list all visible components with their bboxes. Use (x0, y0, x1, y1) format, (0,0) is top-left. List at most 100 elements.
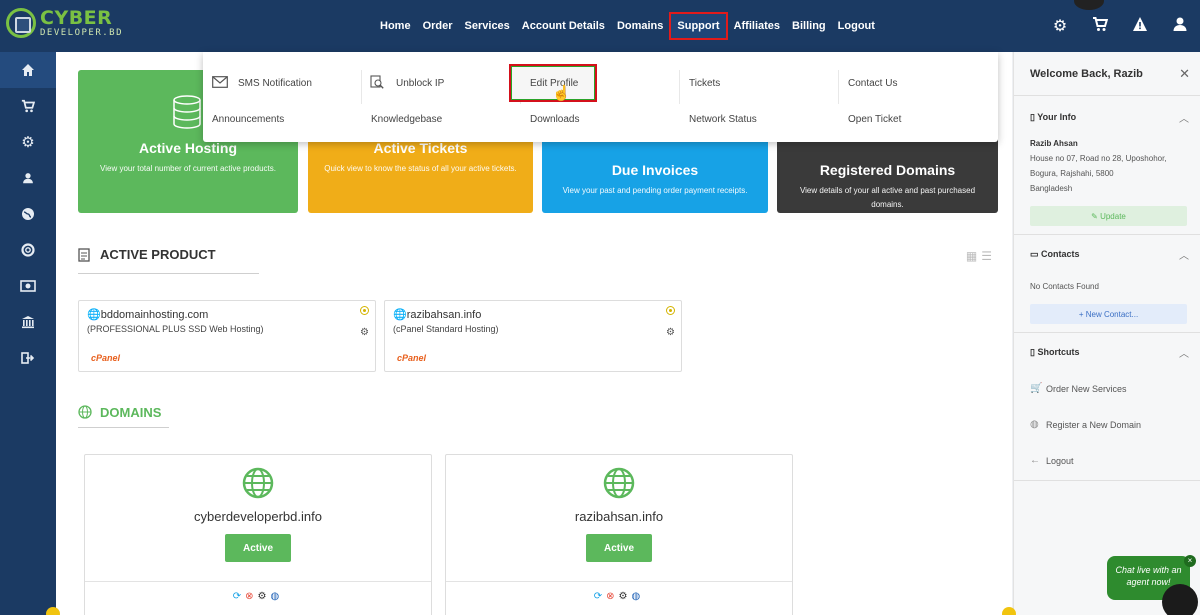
menu-item-unblock-ip[interactable]: Unblock IP (370, 65, 444, 101)
cpanel-badge: cPanel (91, 353, 121, 363)
cart-icon[interactable] (0, 88, 56, 124)
nav-domains[interactable]: Domains (611, 20, 669, 32)
domains-title: DOMAINS (100, 405, 162, 420)
active-button[interactable]: Active (225, 534, 291, 562)
menu-item-contact-us[interactable]: Contact Us (848, 65, 897, 101)
status-dot-icon (666, 306, 675, 315)
menu-item-tickets[interactable]: Tickets (689, 65, 720, 101)
menu-item-open-ticket[interactable]: Open Ticket (848, 101, 901, 137)
gear-icon[interactable]: ⚙ (258, 591, 271, 602)
chat-avatar-icon[interactable] (1162, 584, 1198, 615)
welcome-text: Welcome Back, Razib (1030, 67, 1143, 80)
money-icon[interactable] (0, 268, 56, 304)
nav-logout[interactable]: Logout (832, 20, 881, 32)
chat-close-icon[interactable]: × (1184, 555, 1196, 567)
hand-cursor-icon: ☝ (552, 85, 571, 102)
bank-icon[interactable] (0, 304, 56, 340)
globe-icon (242, 467, 274, 499)
address-line2: Bogura, Rajshahi, 5800 (1030, 169, 1114, 178)
chevron-up-icon[interactable]: ︿ (1179, 247, 1189, 262)
nav-order[interactable]: Order (417, 20, 459, 32)
menu-item-label: Open Ticket (848, 113, 902, 125)
address-line1: House no 07, Road no 28, Uposhohor, (1030, 154, 1167, 163)
domain-card[interactable]: razibahsan.info Active ⟳⊗⚙◍ (445, 454, 793, 615)
globe-icon: 🌐 (393, 309, 407, 321)
nav-affiliates[interactable]: Affiliates (728, 20, 786, 32)
refresh-icon[interactable]: ⟳ (233, 591, 245, 602)
logo-mark-icon (6, 8, 36, 38)
nav-account-details[interactable]: Account Details (516, 20, 611, 32)
menu-item-label: Unblock IP (396, 77, 445, 89)
column-divider (361, 70, 362, 104)
your-info-title[interactable]: ▯ Your Info (1030, 112, 1076, 123)
globe-icon[interactable] (0, 196, 56, 232)
scroll-indicator-dot (1002, 607, 1016, 615)
active-button[interactable]: Active (586, 534, 652, 562)
menu-item-label: Tickets (689, 77, 721, 89)
nav-support[interactable]: Support (669, 12, 728, 40)
menu-item-label: Network Status (689, 113, 757, 125)
shortcut-logout[interactable]: ← Logout (1030, 455, 1074, 466)
scroll-indicator-dot (46, 607, 60, 615)
cart-icon[interactable] (1080, 16, 1120, 37)
update-button[interactable]: ✎ Update (1030, 206, 1187, 226)
divider (85, 581, 431, 582)
logo-line2: DEVELOPER.BD (40, 27, 124, 38)
divider (446, 581, 792, 582)
top-navbar: CYBER DEVELOPER.BD Home Order Services A… (0, 0, 1200, 52)
globe-icon[interactable]: ◍ (271, 591, 284, 602)
gear-icon[interactable]: ⚙ (619, 591, 632, 602)
menu-item-announcements[interactable]: Announcements (212, 101, 284, 137)
menu-item-network-status[interactable]: Network Status (689, 101, 757, 137)
nav-billing[interactable]: Billing (786, 20, 832, 32)
cancel-icon[interactable]: ⊗ (245, 591, 257, 602)
globe-icon[interactable]: ◍ (632, 591, 645, 602)
home-icon[interactable] (0, 52, 56, 88)
menu-item-knowledgebase[interactable]: Knowledgebase (371, 101, 442, 137)
product-plan: (cPanel Standard Hosting) (393, 324, 499, 334)
user-icon[interactable] (0, 160, 56, 196)
product-card[interactable]: 🌐bddomainhosting.com (PROFESSIONAL PLUS … (78, 300, 376, 372)
gear-icon[interactable]: ⚙ (1040, 16, 1080, 36)
gear-icon[interactable]: ⚙ (360, 327, 369, 338)
tile-title: Registered Domains (819, 162, 956, 178)
nav-services[interactable]: Services (459, 20, 516, 32)
envelope-icon (212, 75, 228, 91)
signout-icon[interactable] (0, 340, 56, 376)
gears-icon[interactable]: ⚙ (0, 124, 56, 160)
chevron-up-icon[interactable]: ︿ (1179, 345, 1189, 360)
column-divider (679, 70, 680, 104)
nav-home[interactable]: Home (374, 20, 417, 32)
cancel-icon[interactable]: ⊗ (606, 591, 618, 602)
menu-item-label: SMS Notification (238, 77, 312, 89)
gear-icon[interactable]: ⚙ (666, 327, 675, 338)
no-contacts-text: No Contacts Found (1030, 282, 1099, 291)
pencil-icon: ✎ (1091, 211, 1101, 221)
menu-item-downloads[interactable]: Downloads (530, 101, 579, 137)
lifebuoy-icon[interactable] (0, 232, 56, 268)
new-contact-button[interactable]: + New Contact... (1030, 304, 1187, 324)
refresh-icon[interactable]: ⟳ (594, 591, 606, 602)
view-toggle-icons[interactable]: ▦☰ (966, 249, 996, 263)
tile-title: Active Tickets (373, 140, 468, 156)
tile-desc: View your total number of current active… (100, 164, 276, 173)
logo-line1: CYBER (40, 6, 113, 29)
user-icon[interactable] (1160, 16, 1200, 37)
chevron-up-icon[interactable]: ︿ (1179, 110, 1189, 125)
menu-item-label: Contact Us (848, 77, 898, 89)
right-panel: Welcome Back, Razib ✕ ▯ Your Info ︿ Razi… (1013, 52, 1200, 615)
close-icon[interactable]: ✕ (1179, 66, 1190, 82)
arrow-left-icon: ← (1030, 455, 1040, 466)
logo[interactable]: CYBER DEVELOPER.BD (6, 8, 123, 38)
globe-icon: 🌐 (87, 309, 101, 321)
shortcut-register-domain[interactable]: ◍ Register a New Domain (1030, 419, 1141, 430)
section-underline (78, 427, 169, 428)
alert-icon[interactable] (1120, 16, 1160, 37)
column-divider (838, 70, 839, 104)
menu-item-sms-notification[interactable]: SMS Notification (212, 65, 312, 101)
product-card[interactable]: 🌐razibahsan.info (cPanel Standard Hostin… (384, 300, 682, 372)
shortcut-order-new-services[interactable]: 🛒 Order New Services (1030, 383, 1127, 394)
contacts-title[interactable]: ▭ Contacts (1030, 249, 1080, 260)
shortcuts-title[interactable]: ▯ Shortcuts (1030, 347, 1079, 358)
domain-card[interactable]: cyberdeveloperbd.info Active ⟳⊗⚙◍ (84, 454, 432, 615)
